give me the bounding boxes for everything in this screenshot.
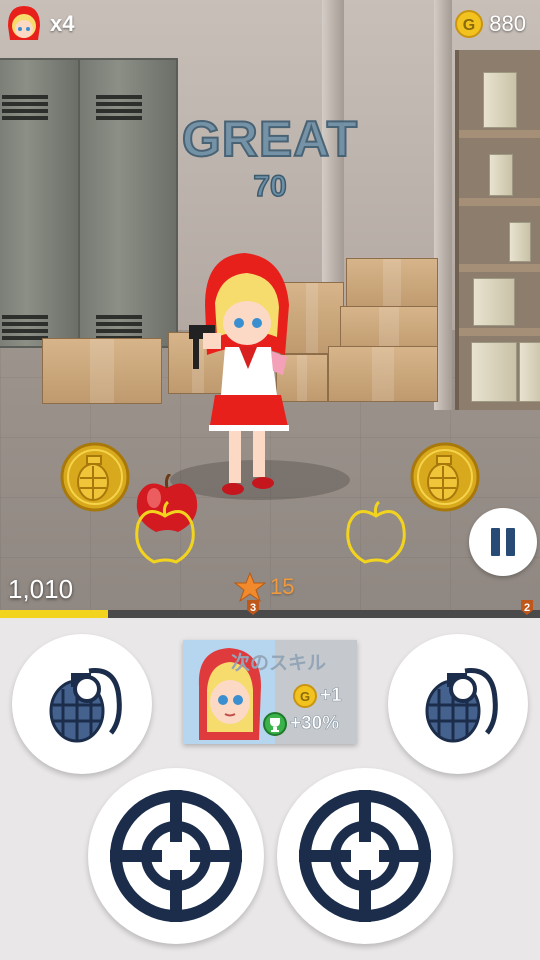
hit-rating-text: GREAT [181, 110, 359, 168]
apple-outline-icon[interactable] [132, 500, 198, 566]
throw-grenade-left-button[interactable] [12, 634, 152, 774]
fire-left-button[interactable] [88, 768, 264, 944]
grenade-target-icon[interactable] [410, 442, 480, 512]
cardboard-box [42, 338, 162, 404]
stage-indicator: 15 [234, 572, 294, 602]
svg-text:G: G [300, 689, 310, 704]
lockers [0, 58, 190, 358]
grenade-icon [425, 668, 498, 743]
storage-shelf [455, 50, 540, 410]
controls-panel: 次のスキル G +1 +30% [0, 618, 540, 960]
pause-icon [491, 528, 500, 556]
trophy-icon [263, 712, 287, 736]
skill-coin-bonus: G +1 [293, 684, 342, 708]
lives-count: x4 [50, 11, 75, 36]
skill-coin-value: +1 [320, 685, 342, 707]
avatar-icon [8, 6, 40, 40]
skill-trophy-value: +30% [290, 713, 340, 735]
cardboard-box [346, 258, 438, 310]
lives-counter: x4 [4, 4, 74, 44]
apple-outline-icon[interactable] [343, 500, 409, 566]
progress-marker-start: 3 [249, 602, 257, 614]
svg-text:G: G [463, 17, 475, 34]
player-character [189, 253, 289, 495]
stage-progress-fill [0, 610, 108, 618]
crosshair-icon [110, 790, 242, 922]
coin-icon: G [293, 684, 317, 708]
skill-trophy-bonus: +30% [263, 712, 339, 736]
score-value: 1,010 [8, 574, 74, 604]
cardboard-box [328, 346, 438, 402]
pause-button[interactable] [469, 508, 537, 576]
next-skill-title: 次のスキル [231, 653, 327, 674]
next-skill-card: 次のスキル G +1 +30% [183, 640, 357, 744]
stage-progress-bar [0, 610, 540, 618]
coin-counter: G 880 [455, 10, 526, 38]
hit-points-text: 70 [253, 169, 288, 204]
grenade-icon [49, 668, 122, 743]
fire-right-button[interactable] [277, 768, 453, 944]
grenade-target-icon[interactable] [60, 442, 130, 512]
stage-value: 15 [270, 574, 295, 599]
game-scene[interactable]: x4 G 880 GREAT 70 1,010 15 [0, 0, 540, 618]
coin-count: 880 [489, 11, 526, 36]
throw-grenade-right-button[interactable] [388, 634, 528, 774]
progress-marker-end: 2 [523, 602, 531, 614]
coin-icon: G [455, 10, 484, 38]
crosshair-icon [299, 790, 431, 922]
pause-icon-bar [506, 528, 515, 556]
